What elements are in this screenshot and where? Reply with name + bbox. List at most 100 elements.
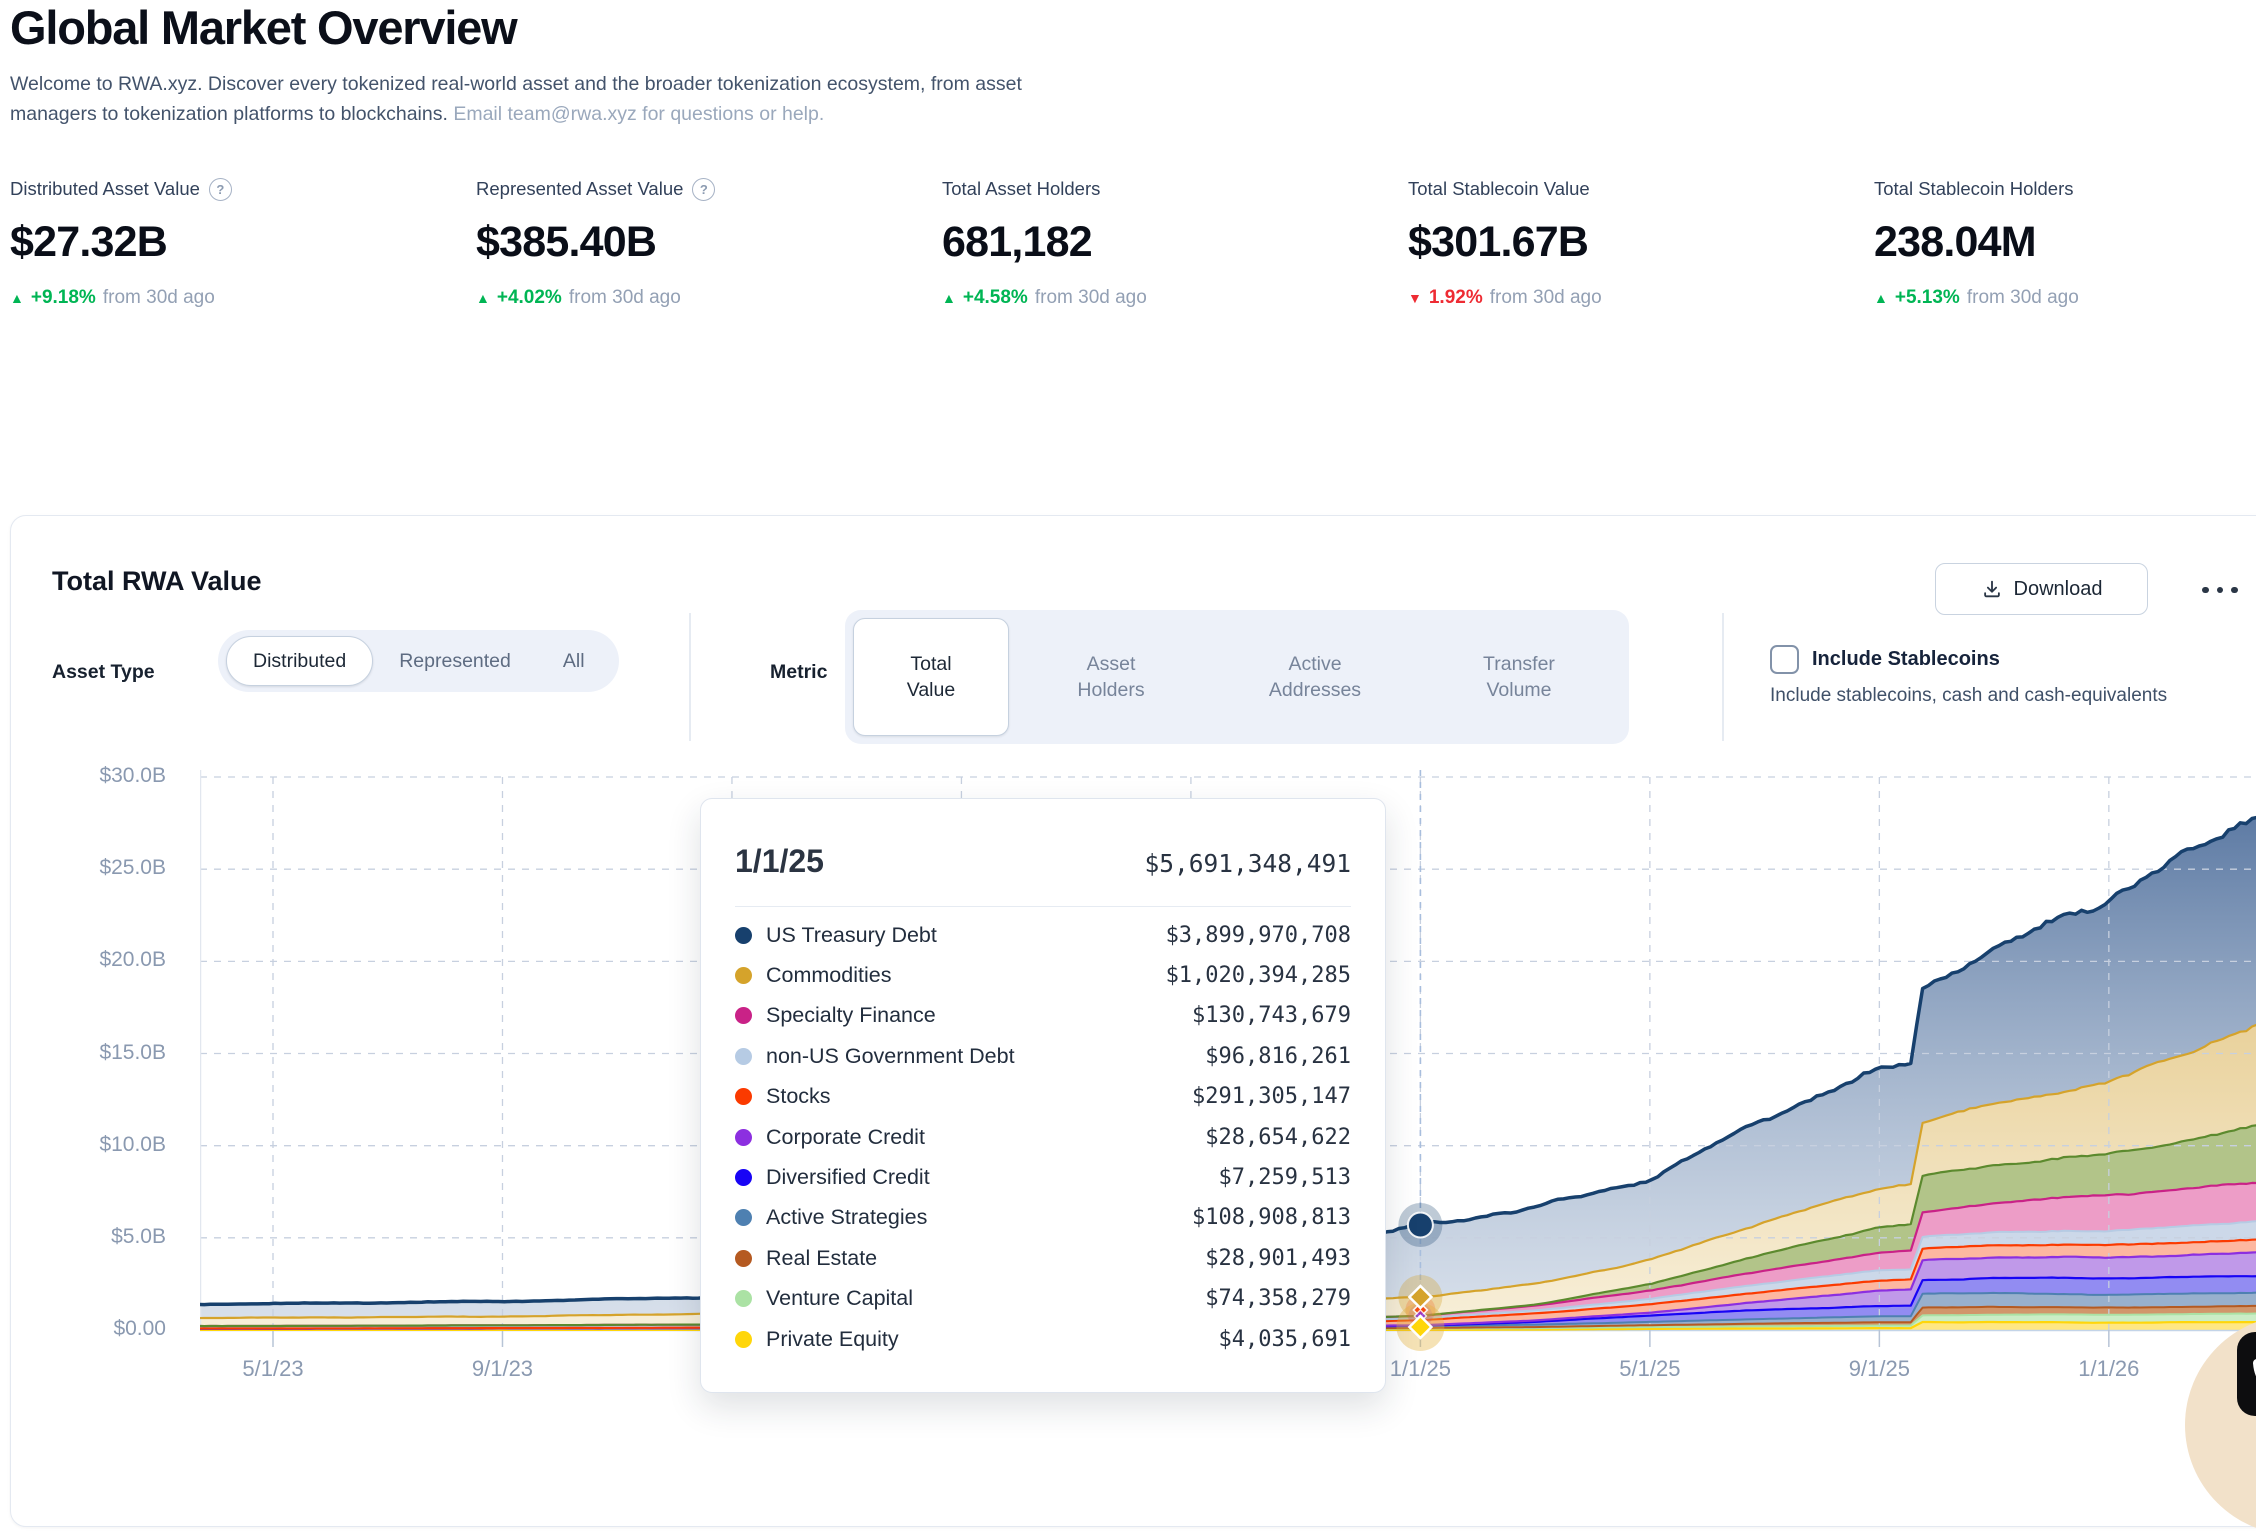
tooltip-series-name: Diversified Credit <box>766 1165 930 1190</box>
series-color-dot <box>735 1169 752 1187</box>
metric-tabs: Total Value Asset Holders Active Addresses… <box>845 610 1629 744</box>
asset-type-option-distributed[interactable]: Distributed <box>226 636 374 686</box>
more-options-button[interactable] <box>2196 576 2244 604</box>
tooltip-header: 1/1/25 $5,691,348,491 <box>735 843 1351 880</box>
arrow-up-icon: ▲ <box>1874 290 1888 306</box>
tooltip-series-value: $74,358,279 <box>1205 1286 1351 1312</box>
tooltip-series-value: $130,743,679 <box>1192 1003 1351 1029</box>
arrow-up-icon: ▲ <box>476 290 490 306</box>
stat-delta-percent: 1.92% <box>1428 287 1483 308</box>
divider <box>689 613 691 741</box>
stat-value: $27.32B <box>10 218 168 266</box>
x-axis-label: 5/1/25 <box>1619 1356 1681 1381</box>
series-color-dot <box>735 1290 752 1308</box>
stat-label-text: Total Asset Holders <box>942 178 1101 199</box>
metric-tab-active-addresses[interactable]: Active Addresses <box>1213 618 1417 736</box>
arrow-up-icon: ▲ <box>10 290 24 306</box>
download-button[interactable]: Download <box>1935 563 2148 615</box>
tooltip-series-name: Venture Capital <box>766 1286 914 1311</box>
stat-delta: ▲ +9.18% from 30d ago <box>10 287 476 309</box>
tooltip-series-value: $28,654,622 <box>1205 1124 1351 1150</box>
asset-type-label: Asset Type <box>52 661 155 683</box>
question-mark-icon[interactable]: ? <box>208 177 232 201</box>
stat-value: 238.04M <box>1874 218 2037 266</box>
stat-delta-period: from 30d ago <box>1489 287 1602 308</box>
metric-tab-label: Total Value <box>906 653 956 701</box>
x-axis-label: 9/1/23 <box>471 1356 534 1381</box>
stat-total-asset-holders: Total Asset Holders 681,182 ▲ +4.58% from 30… <box>942 176 1408 309</box>
tooltip-row: Venture Capital $74,358,279 <box>735 1279 1351 1319</box>
tooltip-date: 1/1/25 <box>735 843 824 879</box>
tooltip-series-name: Commodities <box>766 963 892 988</box>
stat-value: 681,182 <box>942 218 1093 266</box>
chat-widget-button[interactable] <box>2237 1332 2256 1416</box>
page-subtitle: Welcome to RWA.xyz. Discover every token… <box>10 70 1030 129</box>
metric-label: Metric <box>770 661 828 683</box>
y-axis-label: $15.0B <box>99 1040 166 1064</box>
tooltip-row: Commodities $1,020,394,285 <box>735 955 1351 995</box>
y-axis-label: $5.0B <box>111 1224 166 1248</box>
include-stablecoins-label: Include Stablecoins <box>1812 648 2000 670</box>
tooltip-row: Real Estate $28,901,493 <box>735 1238 1351 1278</box>
y-axis-label: $0.00 <box>113 1317 166 1340</box>
stat-delta: ▲ +5.13% from 30d ago <box>1874 287 2256 309</box>
series-color-dot <box>735 1088 752 1106</box>
x-axis-label: 9/1/25 <box>1848 1356 1910 1381</box>
asset-type-option-represented[interactable]: Represented <box>373 636 537 686</box>
stat-delta-period: from 30d ago <box>1966 287 2079 308</box>
x-axis-label: 1/1/26 <box>2078 1356 2140 1381</box>
page-title: Global Market Overview <box>10 1 518 54</box>
tooltip-series-name: Stocks <box>766 1084 831 1109</box>
tooltip-series-value: $28,901,493 <box>1205 1245 1351 1271</box>
stat-label: Total Asset Holders <box>942 176 1408 202</box>
tooltip-row: Private Equity $4,035,691 <box>735 1319 1351 1359</box>
stat-delta-period: from 30d ago <box>568 287 681 308</box>
y-axis-label: $30.0B <box>99 764 166 787</box>
series-color-dot <box>735 1047 752 1065</box>
arrow-down-icon: ▼ <box>1408 290 1422 306</box>
metric-tab-total-value[interactable]: Total Value <box>853 618 1009 736</box>
chart-tooltip: 1/1/25 $5,691,348,491 US Treasury Debt $3… <box>700 798 1386 1393</box>
page: { "header": { "title": "Global Market Ov… <box>0 0 2256 1535</box>
stat-label: Represented Asset Value? <box>476 176 942 202</box>
stat-distributed-asset-value: Distributed Asset Value? $27.32B ▲ +9.18% fr… <box>10 176 476 309</box>
tooltip-row: Active Strategies $108,908,813 <box>735 1198 1351 1238</box>
tooltip-series-value: $1,020,394,285 <box>1165 963 1351 989</box>
stat-delta-period: from 30d ago <box>102 287 215 308</box>
stat-total-stablecoin-holders: Total Stablecoin Holders 238.04M ▲ +5.13% fr… <box>1874 176 2256 309</box>
stat-delta-period: from 30d ago <box>1034 287 1147 308</box>
tooltip-series-name: Active Strategies <box>766 1205 928 1230</box>
question-mark-icon[interactable]: ? <box>692 177 716 201</box>
tooltip-series-value: $3,899,970,708 <box>1165 922 1351 948</box>
stat-label-text: Represented Asset Value <box>476 178 684 199</box>
stat-delta-percent: +9.18% <box>30 287 96 308</box>
include-stablecoins-checkbox[interactable] <box>1770 645 1799 674</box>
arrow-up-icon: ▲ <box>942 290 956 306</box>
ellipsis-icon <box>2231 586 2238 594</box>
tooltip-series-value: $108,908,813 <box>1192 1205 1351 1231</box>
asset-type-toggle: Distributed Represented All <box>218 630 619 692</box>
series-color-dot <box>735 1249 752 1267</box>
stat-delta-percent: +4.02% <box>496 287 562 308</box>
y-axis-label: $10.0B <box>99 1132 166 1156</box>
ellipsis-icon <box>2216 586 2223 594</box>
contact-link[interactable]: Email team@rwa.xyz for questions or help… <box>453 103 824 125</box>
metric-tab-transfer-volume[interactable]: Transfer Volume <box>1417 618 1621 736</box>
tooltip-series-value: $96,816,261 <box>1205 1043 1351 1069</box>
tooltip-row: Specialty Finance $130,743,679 <box>735 996 1351 1036</box>
stat-delta-percent: +5.13% <box>1894 287 1960 308</box>
download-icon <box>1983 580 2000 598</box>
metric-tab-asset-holders[interactable]: Asset Holders <box>1009 618 1213 736</box>
stat-value: $301.67B <box>1408 218 1589 266</box>
stat-label-text: Total Stablecoin Holders <box>1874 178 2074 199</box>
stat-delta: ▲ +4.58% from 30d ago <box>942 287 1408 309</box>
stat-label-text: Distributed Asset Value <box>10 178 200 199</box>
tooltip-series-name: Private Equity <box>766 1326 899 1351</box>
tooltip-series-name: Real Estate <box>766 1245 878 1270</box>
stat-delta: ▼ 1.92% from 30d ago <box>1408 287 1874 309</box>
include-stablecoins-description: Include stablecoins, cash and cash-equiv… <box>1770 685 2168 706</box>
asset-type-option-all[interactable]: All <box>537 636 611 686</box>
hover-marker-us-treasury-debt <box>1406 1211 1434 1239</box>
series-color-dot <box>735 1128 752 1146</box>
tooltip-total-value: $5,691,348,491 <box>1144 849 1351 878</box>
